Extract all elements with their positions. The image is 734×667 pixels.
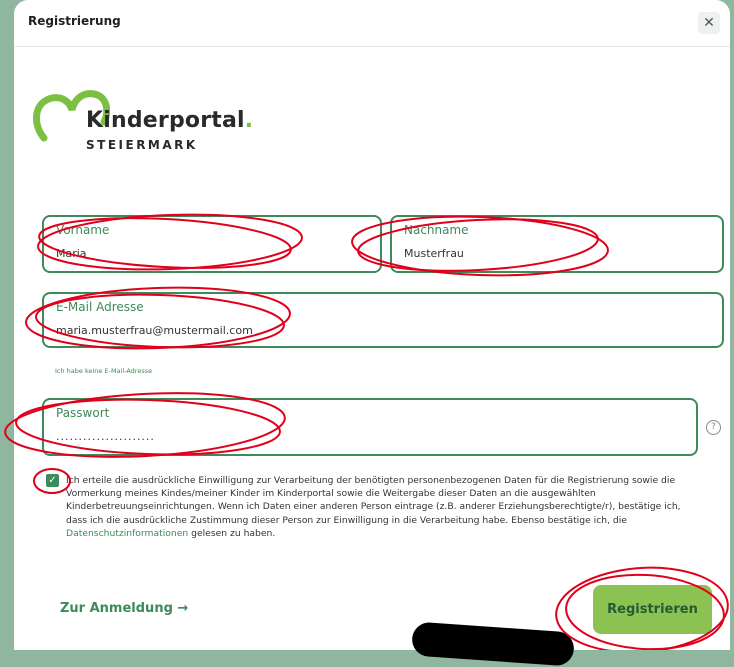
email-field[interactable]: E-Mail Adresse [42,292,724,348]
passwort-label: Passwort [56,406,110,420]
privacy-link[interactable]: Datenschutzinformationen [66,528,188,539]
passwort-field[interactable]: Passwort [42,398,698,456]
nachname-label: Nachname [404,223,469,237]
login-link[interactable]: Zur Anmeldung → [60,601,188,616]
help-icon[interactable]: ? [706,420,721,435]
consent-checkbox[interactable]: ✓ [46,474,59,487]
registration-dialog: Registrierung ✕ Kinderportal. STEIERMARK… [14,0,730,650]
logo-wordmark: Kinderportal. [86,108,254,133]
consent-text: Ich erteile die ausdrückliche Einwilligu… [66,474,702,540]
close-icon[interactable]: ✕ [698,12,720,34]
vorname-label: Vorname [56,223,110,237]
dialog-title: Registrierung [28,14,121,28]
no-email-link[interactable]: Ich habe keine E-Mail-Adresse [55,367,152,375]
email-input[interactable] [56,324,633,337]
dialog-header: Registrierung ✕ [14,0,730,47]
consent-body: Ich erteile die ausdrückliche Einwilligu… [66,475,681,526]
nachname-input[interactable] [404,247,685,260]
vorname-field[interactable]: Vorname [42,215,382,273]
vorname-input[interactable] [56,247,342,260]
kinderportal-logo: Kinderportal. STEIERMARK [30,80,260,160]
register-button[interactable]: Registrieren [593,585,712,634]
passwort-input[interactable] [56,430,611,443]
logo-region: STEIERMARK [86,138,198,152]
consent-suffix: gelesen zu haben. [191,527,276,539]
email-label: E-Mail Adresse [56,300,144,314]
nachname-field[interactable]: Nachname [390,215,724,273]
